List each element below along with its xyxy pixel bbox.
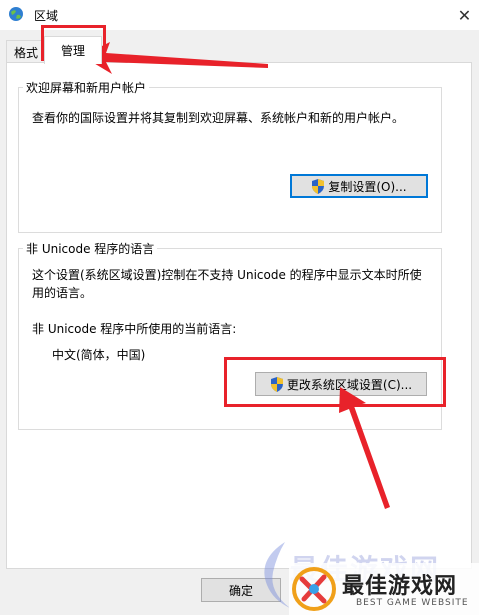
watermark-title: 最佳游戏网 xyxy=(342,574,458,599)
annotation-arrow-button-icon xyxy=(339,387,390,509)
tab-manage[interactable]: 管理 xyxy=(44,36,102,64)
uac-shield-icon xyxy=(312,178,325,194)
unicode-group-title: 非 Unicode 程序的语言 xyxy=(23,240,158,257)
watermark-subtitle: BEST GAME WEBSITE xyxy=(356,598,469,608)
welcome-description: 查看你的国际设置并将其复制到欢迎屏幕、系统帐户和新的用户帐户。 xyxy=(32,111,405,125)
copy-settings-button[interactable]: 复制设置(O)... xyxy=(290,174,428,198)
current-language-label: 非 Unicode 程序中所使用的当前语言: xyxy=(32,322,237,336)
close-icon: ✕ xyxy=(457,5,472,25)
globe-icon xyxy=(9,7,23,21)
close-button[interactable]: ✕ xyxy=(450,0,479,30)
current-language-value: 中文(简体，中国) xyxy=(52,348,146,362)
copy-settings-label: 复制设置(O)... xyxy=(328,179,407,194)
unicode-description: 这个设置(系统区域设置)控制在不支持 Unicode 的程序中显示文本时所使用的… xyxy=(32,268,422,300)
tab-format[interactable]: 格式 xyxy=(6,40,46,63)
annotation-arrow-tab-icon xyxy=(82,42,268,74)
watermark-logo-icon xyxy=(292,567,336,611)
welcome-group-title: 欢迎屏幕和新用户帐户 xyxy=(23,79,150,96)
window-title: 区域 xyxy=(34,9,59,23)
